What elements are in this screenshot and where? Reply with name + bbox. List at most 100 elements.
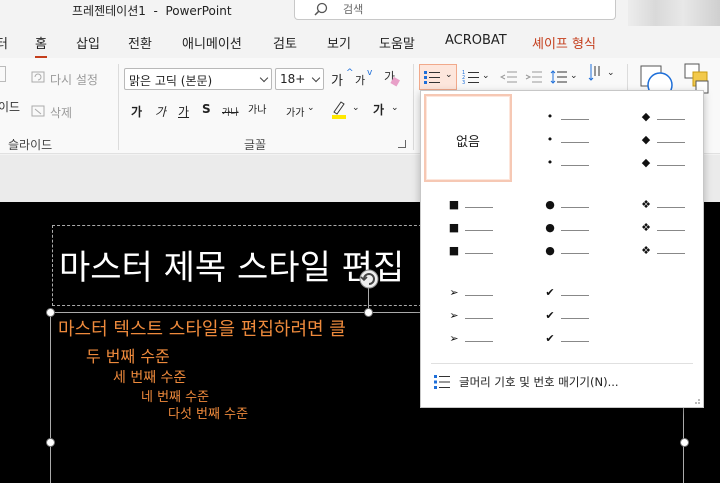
bullet-text-line [561,119,589,120]
ribbon-tabs: 터 홈 삽입 전환 애니메이션 검토 보기 도움말 ACROBAT 셰이프 형식 [0,26,720,59]
bullet-none-label: 없음 [456,135,480,150]
bullet-option-none[interactable]: 없음 [424,94,512,182]
bullet-glyph: ➢ [449,286,459,299]
bullet-text-line [561,341,589,342]
resize-handle-top-left[interactable] [46,308,55,317]
slide-title: 마스터 제목 스타일 편집 [59,248,405,288]
bullet-glyph: ❖ [641,221,651,234]
dropdown-divider [431,363,693,364]
resize-grip-icon[interactable] [691,395,701,405]
highlight-pen-icon[interactable] [330,98,348,120]
tab-shape-format[interactable]: 셰이프 형식 [532,33,596,52]
bullet-glyph: ➢ [449,309,459,322]
bullet-preview-row: ➢ [447,286,503,302]
bullet-preview-row: ■ [447,221,503,237]
bullet-text-line [657,142,685,143]
bullet-preview-row: ● [543,198,599,214]
strikethrough-button[interactable]: 가나 [222,105,239,118]
tab-help[interactable]: 도움말 [379,33,415,52]
bullet-glyph: ● [545,244,555,257]
numbered-list-icon[interactable]: 123 [462,69,480,85]
shrink-font-button[interactable]: 가 [355,72,365,88]
search-icon [314,2,328,16]
text-level-5: 다섯 번째 수준 [168,407,249,422]
text-direction-caret-icon: ⌄ [607,68,615,78]
resize-handle-left[interactable] [46,438,55,447]
grow-font-arrow-icon: ^ [346,68,354,78]
resize-handle-top[interactable] [364,308,373,317]
reset-button[interactable]: 다시 설정 [50,71,98,88]
account-banner [628,0,720,26]
bullet-text-line [561,142,589,143]
bullet-text-line [561,253,589,254]
bullet-text-line [657,253,685,254]
underline-button[interactable]: 가 [178,103,189,120]
svg-text:3: 3 [462,80,465,85]
bullet-list-icon [424,71,440,84]
tab-design[interactable]: 터 [0,33,8,52]
change-case-button[interactable]: 가가 [286,104,304,119]
text-level-3: 세 번째 수준 [113,370,187,386]
increase-indent-icon[interactable] [525,69,543,85]
bullet-preview-row: ❖ [639,244,695,260]
italic-button[interactable]: 가 [155,103,166,120]
bullets-and-numbering-menu-item[interactable]: 글머리 기호 및 번호 매기기(N)... [433,371,673,393]
bullet-glyph: ❖ [641,198,651,211]
bullet-text-line [465,295,493,296]
bullet-preview-row: ❖ [639,221,695,237]
tab-home[interactable]: 홈 [35,33,47,59]
bullet-preview-row: • [543,110,599,126]
rotate-handle-icon[interactable] [358,268,380,290]
font-color-button[interactable]: 가 [373,101,384,118]
line-spacing-caret-icon: ⌄ [570,71,578,81]
bold-button[interactable]: 가 [131,103,142,120]
font-dialog-launcher-icon[interactable] [398,140,406,148]
tab-view[interactable]: 보기 [327,33,351,52]
layout-button-label[interactable]: 이드 [0,98,20,115]
bullet-glyph: ✔ [545,286,555,299]
shrink-font-arrow-icon: v [367,68,373,78]
bullet-text-line [465,230,493,231]
shadow-button[interactable]: S [202,102,211,116]
tab-insert[interactable]: 삽입 [76,33,100,52]
bullets-caret-icon: ⌄ [445,70,453,80]
tab-animations[interactable]: 애니메이션 [182,33,242,52]
bullets-numbering-icon [434,375,450,389]
bullet-text-line [465,318,493,319]
bullet-preview-row: ✔ [543,332,599,348]
bullet-glyph: ■ [448,244,460,257]
bullet-library-dropdown: 없음 • • • ◆ ◆ ◆ ■ ■ ■ ● ● ● ❖ ❖ ❖ ➢ ➢ ➢ ✔ ✔ ✔ 글머리 기호 및 번호 매기기… [420,90,704,408]
font-size-select[interactable]: 18+ [275,68,324,90]
resize-handle-right[interactable] [680,438,689,447]
tab-acrobat[interactable]: ACROBAT [445,33,507,48]
char-spacing-button[interactable]: 가나 [248,101,266,116]
bullets-button[interactable]: ⌄ [419,64,457,90]
bullet-preview-row: ■ [447,244,503,260]
bullet-glyph: ◆ [641,110,651,123]
decrease-indent-icon[interactable] [500,69,518,85]
group-divider [118,64,119,150]
bullet-text-line [657,119,685,120]
tab-transitions[interactable]: 전환 [128,33,152,52]
tab-review[interactable]: 검토 [273,33,297,52]
search-box[interactable]: 검색 [294,0,616,20]
bullet-glyph: ■ [448,221,460,234]
bullet-glyph: • [546,110,554,123]
text-direction-icon[interactable] [588,62,604,84]
clear-formatting-icon[interactable]: 가 [383,68,401,88]
bullet-preview-row: ➢ [447,309,503,325]
new-slide-icon [0,66,6,82]
font-color-caret-icon: ⌄ [391,103,399,113]
slides-group-label: 슬라이드 [8,138,53,152]
bullet-glyph: ◆ [641,133,651,146]
bullet-glyph: ✔ [545,332,555,345]
font-name-select[interactable]: 맑은 고딕 (본문) [124,68,272,90]
delete-button[interactable]: 삭제 [50,104,72,121]
bullet-glyph: ■ [448,198,460,211]
bullets-and-numbering-label: 글머리 기호 및 번호 매기기(N)... [459,375,619,389]
grow-font-button[interactable]: 가 [331,70,343,89]
bullet-text-line [561,230,589,231]
bullet-text-line [465,253,493,254]
search-placeholder: 검색 [343,3,364,16]
line-spacing-icon[interactable] [550,69,568,85]
